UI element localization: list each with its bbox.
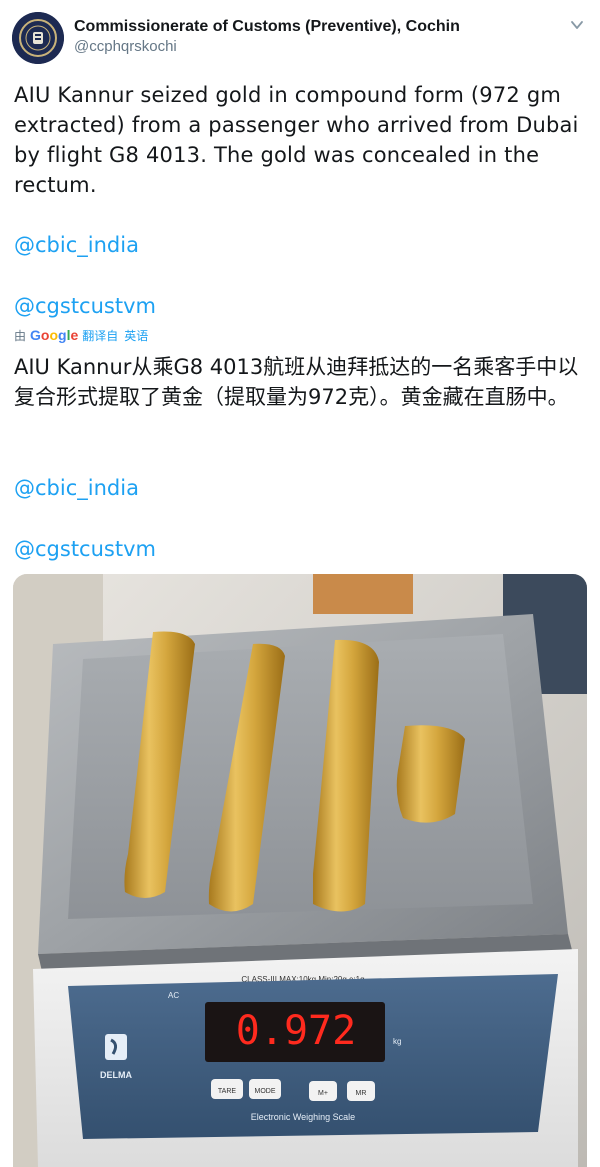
delma-logo-icon [105, 1034, 127, 1060]
svg-text:M+: M+ [318, 1090, 328, 1097]
tweet-card: Commissionerate of Customs (Preventive),… [0, 0, 600, 1167]
avatar[interactable] [12, 12, 64, 64]
account-handle[interactable]: @ccphqrskochi [74, 38, 177, 55]
tweet-header: Commissionerate of Customs (Preventive),… [0, 0, 600, 66]
tweet-photo[interactable]: CLASS-III MAX:10kg Min:20g e:1g 0.972 kg… [13, 574, 587, 1167]
google-logo: Google [30, 327, 79, 343]
translation-mention-cgstcustvm[interactable]: @cgstcustvm [14, 534, 156, 564]
svg-text:MR: MR [356, 1090, 367, 1097]
brand-label: DELMA [100, 1070, 132, 1080]
translated-from-link[interactable]: 翻译自 [82, 327, 118, 344]
svg-text:TARE: TARE [218, 1088, 236, 1095]
translation-prefix: 由 [14, 328, 27, 343]
translation-mention-cbic-india[interactable]: @cbic_india [14, 473, 139, 503]
gold-bar [396, 725, 465, 823]
mention-cgstcustvm[interactable]: @cgstcustvm [14, 291, 156, 321]
ac-label: AC [168, 991, 179, 1000]
mention-cbic-india[interactable]: @cbic_india [14, 230, 139, 260]
scale-reading: 0.972 [236, 1008, 356, 1054]
scale-caption: Electronic Weighing Scale [251, 1112, 355, 1122]
translation-bar: 由 Google 翻译自 英语 [14, 325, 154, 345]
scale-unit: kg [393, 1037, 401, 1046]
chevron-down-icon[interactable] [570, 18, 584, 32]
customs-emblem-icon [12, 12, 64, 64]
tweet-text: AIU Kannur seized gold in compound form … [14, 83, 579, 197]
gold-on-scale-image: CLASS-III MAX:10kg Min:20g e:1g 0.972 kg… [13, 574, 587, 1167]
display-name[interactable]: Commissionerate of Customs (Preventive),… [74, 18, 460, 36]
source-language-link[interactable]: 英语 [124, 327, 148, 344]
svg-text:MODE: MODE [255, 1088, 276, 1095]
translation-text: AIU Kannur从乘G8 4013航班从迪拜抵达的一名乘客手中以复合形式提取… [14, 355, 579, 409]
